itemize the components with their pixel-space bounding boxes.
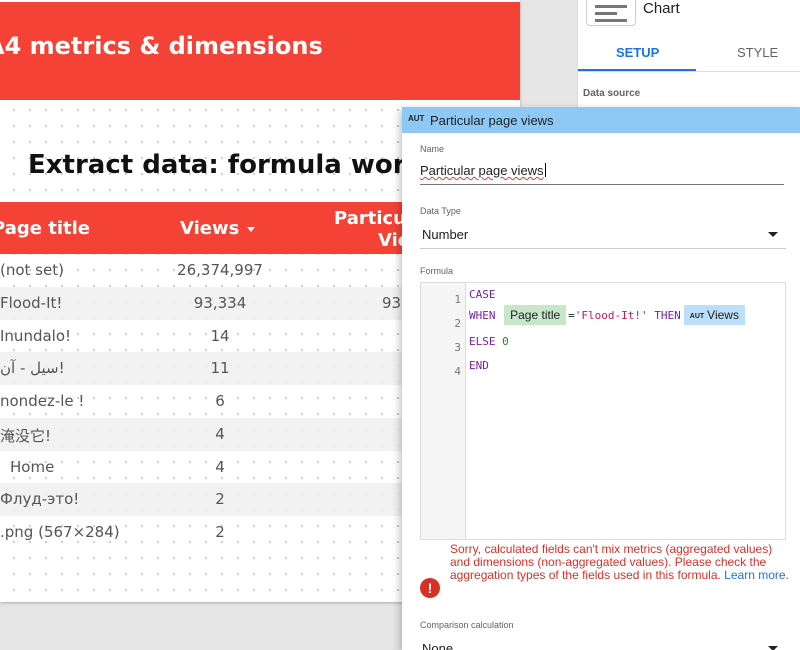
cell-views: 11 xyxy=(210,359,230,378)
cell-page-title: .png (567×284) xyxy=(0,523,120,541)
data-type-value: Number xyxy=(422,227,469,242)
name-label: Name xyxy=(420,144,445,154)
keyword-then: THEN xyxy=(654,309,681,322)
header-banner[interactable]: A4 metrics & dimensions xyxy=(0,2,520,100)
line-number-gutter: 1 2 3 4 xyxy=(421,283,466,539)
field-name-value: Particular page views xyxy=(420,163,544,178)
comparison-calculation-select[interactable]: None xyxy=(420,641,786,650)
keyword-case: CASE xyxy=(469,288,496,301)
comparison-calculation-label: Comparison calculation xyxy=(420,620,514,630)
formula-line-3[interactable]: ELSE 0 xyxy=(469,335,509,348)
line-number: 2 xyxy=(454,317,461,330)
line-number: 1 xyxy=(454,293,461,306)
tab-divider xyxy=(578,71,800,72)
properties-panel: Chart SETUP STYLE Data source xyxy=(577,0,800,108)
metric-chip-views[interactable]: AUT Views xyxy=(683,305,745,325)
report-title: A4 metrics & dimensions xyxy=(0,32,323,60)
column-header-particular-page-views[interactable]: Particu Vie xyxy=(334,208,410,252)
cell-views: 6 xyxy=(215,392,225,410)
column-header-views[interactable]: Views xyxy=(180,218,256,239)
column-header-page-title[interactable]: Page title xyxy=(0,218,90,239)
formula-line-2[interactable]: WHEN Page title ='Flood-It!' THEN AUT Views xyxy=(469,305,745,325)
cell-page-title: Home xyxy=(10,457,55,476)
formula-line-1[interactable]: CASE xyxy=(469,288,496,301)
cell-views: 14 xyxy=(210,326,230,345)
page-heading[interactable]: Extract data: formula works xyxy=(28,150,438,180)
cell-page-title: (not set) xyxy=(0,261,64,279)
cell-views: 26,374,997 xyxy=(177,261,263,279)
tab-setup[interactable]: SETUP xyxy=(616,45,659,60)
dropdown-arrow-icon xyxy=(768,646,778,650)
text-cursor xyxy=(544,163,546,177)
data-source-label: Data source xyxy=(583,88,641,99)
cell-views: 2 xyxy=(215,523,225,541)
cell-page-title: Inundalo! xyxy=(0,326,72,345)
cell-page-title: nondez-le ! xyxy=(0,392,85,410)
cell-page-title: 淹没它! xyxy=(0,426,52,445)
table-chart-icon[interactable] xyxy=(586,0,636,26)
keyword-else: ELSE xyxy=(469,335,496,348)
editor-title: Particular page views xyxy=(430,113,554,128)
aut-type-badge: AUT xyxy=(408,114,425,123)
learn-more-link[interactable]: Learn more. xyxy=(724,568,789,582)
comparison-calculation-value: None xyxy=(422,641,454,650)
cell-page-title: Flood-It! xyxy=(0,293,63,312)
line-number: 3 xyxy=(454,341,461,354)
formula-label: Formula xyxy=(420,266,454,276)
sort-descending-icon xyxy=(247,226,256,232)
keyword-end: END xyxy=(469,359,489,372)
formula-editor[interactable]: 1 2 3 4 CASE WHEN Page title ='Flood-It!'… xyxy=(420,282,786,540)
chart-type-label[interactable]: Chart xyxy=(643,0,680,17)
keyword-when: WHEN xyxy=(469,309,496,322)
calculated-field-editor: AUT Particular page views Name Particula… xyxy=(402,107,800,650)
number-literal: 0 xyxy=(502,335,509,348)
aut-metric-badge: AUT xyxy=(689,313,705,320)
column-header-views-label: Views xyxy=(180,218,240,239)
cell-views: 93,334 xyxy=(193,293,247,312)
tab-style[interactable]: STYLE xyxy=(737,45,778,60)
cell-particular: 93 xyxy=(382,293,402,312)
string-literal: 'Flood-It!' xyxy=(574,309,648,322)
formula-line-4[interactable]: END xyxy=(469,359,489,372)
cell-views: 2 xyxy=(215,490,225,509)
data-type-select[interactable]: Number xyxy=(420,221,786,249)
line-number: 4 xyxy=(454,365,461,378)
column-header-particular-line1: Particu xyxy=(334,208,406,229)
cell-page-title: Флуд-это! xyxy=(0,490,80,509)
cell-page-title: سيل - آن! xyxy=(0,359,65,378)
dropdown-arrow-icon xyxy=(768,232,778,237)
cell-views: 4 xyxy=(215,424,225,443)
operator-equals: = xyxy=(568,309,575,322)
editor-title-bar: AUT Particular page views xyxy=(402,107,800,133)
error-message: Sorry, calculated fields can't mix metri… xyxy=(450,543,790,582)
data-type-label: Data Type xyxy=(420,206,461,216)
column-header-particular-line2: Vie xyxy=(378,230,410,251)
error-icon: ! xyxy=(420,578,440,598)
field-name-input[interactable]: Particular page views xyxy=(420,161,784,185)
cell-views: 4 xyxy=(215,457,225,476)
metric-chip-label: Views xyxy=(707,308,739,322)
dimension-chip-page-title[interactable]: Page title xyxy=(504,305,567,325)
